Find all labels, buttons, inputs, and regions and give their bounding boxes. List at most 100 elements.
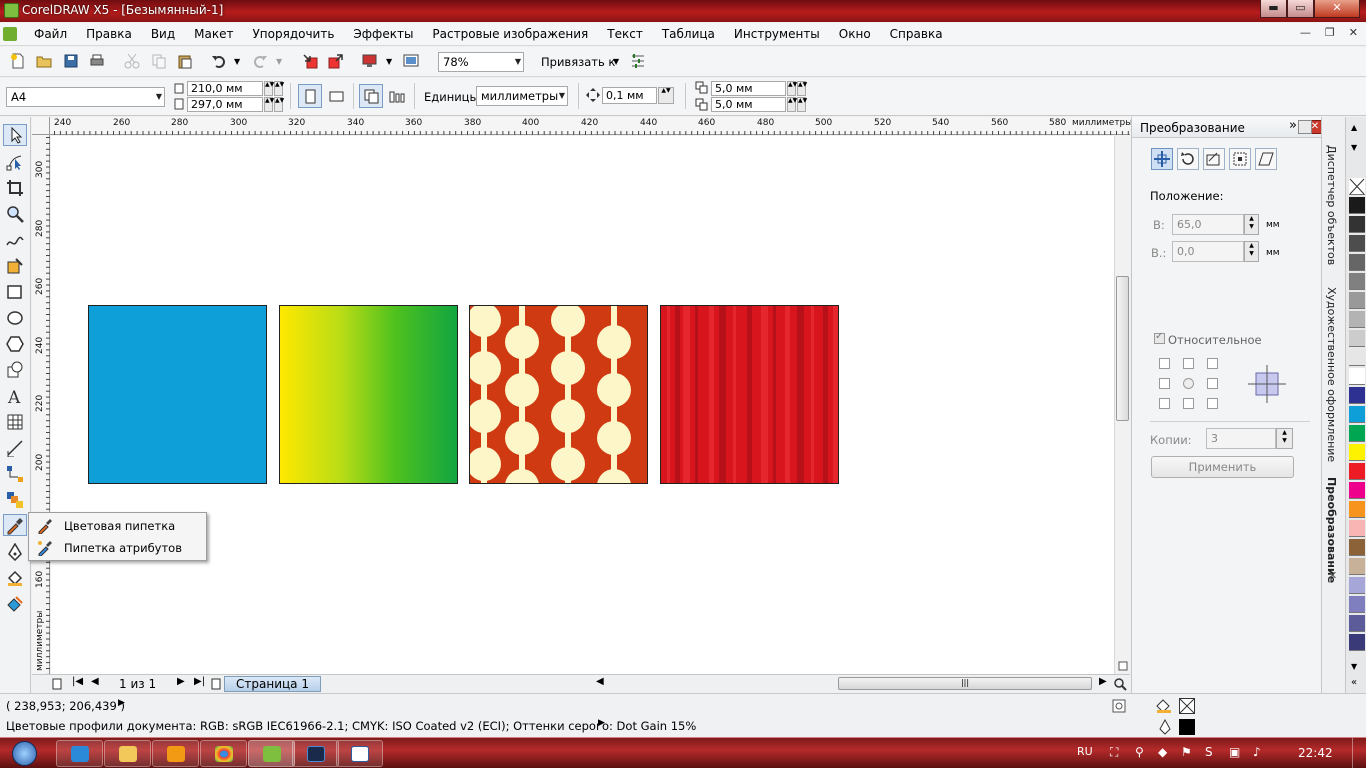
tray-volume-icon[interactable]: ♪ xyxy=(1253,745,1261,759)
vertical-ruler[interactable]: 300 280 260 240 220 200 180 160 миллимет… xyxy=(32,135,50,675)
taskbar-coreldraw[interactable] xyxy=(248,740,295,767)
page-width-field[interactable]: 210,0 мм xyxy=(187,81,263,96)
tray-app-icon[interactable]: ◆ xyxy=(1158,745,1167,759)
anchor-checkbox[interactable] xyxy=(1159,358,1170,369)
rectangle-tool-icon[interactable] xyxy=(6,283,24,301)
position-tab-button[interactable] xyxy=(1151,148,1173,170)
minimize-button[interactable]: ▬ xyxy=(1260,0,1287,18)
prev-page-icon[interactable]: ◀ xyxy=(91,676,99,687)
palette-scroll-up-icon[interactable]: ▲ xyxy=(1351,123,1357,132)
polygon-tool-icon[interactable] xyxy=(6,335,24,353)
tab-transform[interactable]: Преобразование xyxy=(1325,477,1338,583)
docker-collapse-icon[interactable]: » xyxy=(1289,118,1297,133)
color-swatch[interactable] xyxy=(1349,311,1365,328)
taskbar-chrome[interactable] xyxy=(200,740,247,767)
color-swatch[interactable] xyxy=(1349,444,1365,461)
color-swatch[interactable] xyxy=(1349,330,1365,347)
menu-text[interactable]: Текст xyxy=(607,27,643,41)
horizontal-ruler[interactable]: 240 260 280 300 320 340 360 380 400 420 … xyxy=(32,117,1133,135)
ellipse-tool-icon[interactable] xyxy=(6,309,24,327)
menu-help[interactable]: Справка xyxy=(890,27,943,41)
color-swatch[interactable] xyxy=(1349,387,1365,404)
zoom-navigator-icon[interactable] xyxy=(1113,677,1127,691)
last-page-icon[interactable]: ▶| xyxy=(194,676,205,687)
snap-to-button[interactable]: Привязать к xyxy=(541,55,615,69)
no-fill-swatch[interactable] xyxy=(1179,698,1195,714)
blend-tool-icon[interactable] xyxy=(6,491,24,509)
options-icon[interactable] xyxy=(630,53,646,69)
add-page-before-icon[interactable] xyxy=(52,678,62,690)
tray-network-icon[interactable]: ⛶ xyxy=(1110,745,1118,760)
tab-artistic-media[interactable]: Художественное оформление xyxy=(1325,287,1338,462)
redo-dropdown-icon[interactable]: ▼ xyxy=(276,57,292,73)
color-swatch[interactable] xyxy=(1349,368,1365,385)
fill-tool-icon[interactable] xyxy=(6,569,24,587)
blue-square[interactable] xyxy=(88,305,267,484)
menu-window[interactable]: Окно xyxy=(839,27,871,41)
page-tab-1[interactable]: Страница 1 xyxy=(224,676,321,692)
eyedropper-tool[interactable] xyxy=(3,514,27,536)
basic-shapes-tool-icon[interactable] xyxy=(6,361,24,379)
horizontal-position-field[interactable]: 65,0 xyxy=(1172,214,1244,235)
start-button[interactable] xyxy=(6,738,46,768)
first-page-icon[interactable]: |◀ xyxy=(72,676,83,687)
print-icon[interactable] xyxy=(89,53,105,69)
docker-minimize-icon[interactable] xyxy=(1298,120,1312,134)
save-icon[interactable] xyxy=(63,53,79,69)
all-pages-button[interactable] xyxy=(359,84,383,108)
tray-flag-icon[interactable]: ⚑ xyxy=(1181,745,1192,759)
menu-layout[interactable]: Макет xyxy=(194,27,233,41)
vertical-scrollbar[interactable] xyxy=(1114,136,1130,674)
color-swatch[interactable] xyxy=(1349,596,1365,613)
flyout-item-color-eyedropper[interactable]: Цветовая пипетка xyxy=(29,515,206,537)
no-color-swatch[interactable] xyxy=(1349,178,1365,195)
menu-table[interactable]: Таблица xyxy=(662,27,715,41)
taskbar-explorer[interactable] xyxy=(104,740,151,767)
page-nav-icon[interactable] xyxy=(1118,661,1128,671)
flyout-item-attributes-eyedropper[interactable]: Пипетка атрибутов xyxy=(29,537,206,559)
welcome-screen-icon[interactable] xyxy=(403,53,419,69)
menu-tools[interactable]: Инструменты xyxy=(734,27,820,41)
maximize-button[interactable]: ▭ xyxy=(1287,0,1314,18)
color-swatch[interactable] xyxy=(1349,539,1365,556)
color-swatch[interactable] xyxy=(1349,634,1365,651)
page-width-stepper[interactable]: ▲▼ xyxy=(264,81,274,96)
import-icon[interactable] xyxy=(302,53,318,69)
tray-usb-icon[interactable]: ⚲ xyxy=(1135,745,1144,759)
undo-icon[interactable] xyxy=(211,53,227,69)
nudge-field[interactable]: 0,1 мм xyxy=(602,87,657,104)
anchor-checkbox[interactable] xyxy=(1183,358,1194,369)
color-swatch[interactable] xyxy=(1349,254,1365,271)
menu-view[interactable]: Вид xyxy=(151,27,175,41)
units-select[interactable]: миллиметры ▼ xyxy=(476,86,568,106)
pattern-square[interactable] xyxy=(469,305,648,484)
show-desktop-button[interactable] xyxy=(1352,738,1366,768)
color-swatch[interactable] xyxy=(1349,273,1365,290)
text-tool-icon[interactable]: A xyxy=(6,387,24,405)
gradient-square[interactable] xyxy=(279,305,458,484)
anchor-checkbox[interactable] xyxy=(1159,398,1170,409)
close-button[interactable]: ✕ xyxy=(1314,0,1360,18)
docker-tab-close-icon[interactable]: ✕ xyxy=(1328,569,1337,582)
shape-tool-icon[interactable] xyxy=(6,153,24,171)
color-swatch[interactable] xyxy=(1349,406,1365,423)
taskbar-media-player[interactable] xyxy=(152,740,199,767)
current-page-icon[interactable] xyxy=(389,90,406,103)
color-swatch[interactable] xyxy=(1349,558,1365,575)
page-width-stepper-alt[interactable]: ▲▼ xyxy=(274,81,284,96)
freehand-tool-icon[interactable] xyxy=(6,231,24,249)
cut-icon[interactable] xyxy=(124,53,140,69)
document-icon[interactable] xyxy=(3,27,17,41)
duplicate-x-stepper[interactable]: ▲▼ xyxy=(787,81,797,96)
language-indicator[interactable]: RU xyxy=(1077,745,1093,758)
tray-display-icon[interactable]: ▣ xyxy=(1229,745,1240,759)
doc-restore-button[interactable]: ❐ xyxy=(1325,26,1335,39)
taskbar-internet-explorer[interactable] xyxy=(56,740,103,767)
nudge-stepper[interactable]: ▲▼ xyxy=(658,87,674,104)
application-launcher-icon[interactable] xyxy=(362,53,378,69)
page-height-stepper-alt[interactable]: ▲▼ xyxy=(274,97,284,112)
scale-tab-button[interactable] xyxy=(1203,148,1225,170)
clock[interactable]: 22:42 xyxy=(1298,746,1333,760)
size-tab-button[interactable] xyxy=(1229,148,1251,170)
vertical-position-field[interactable]: 0,0 xyxy=(1172,241,1244,262)
